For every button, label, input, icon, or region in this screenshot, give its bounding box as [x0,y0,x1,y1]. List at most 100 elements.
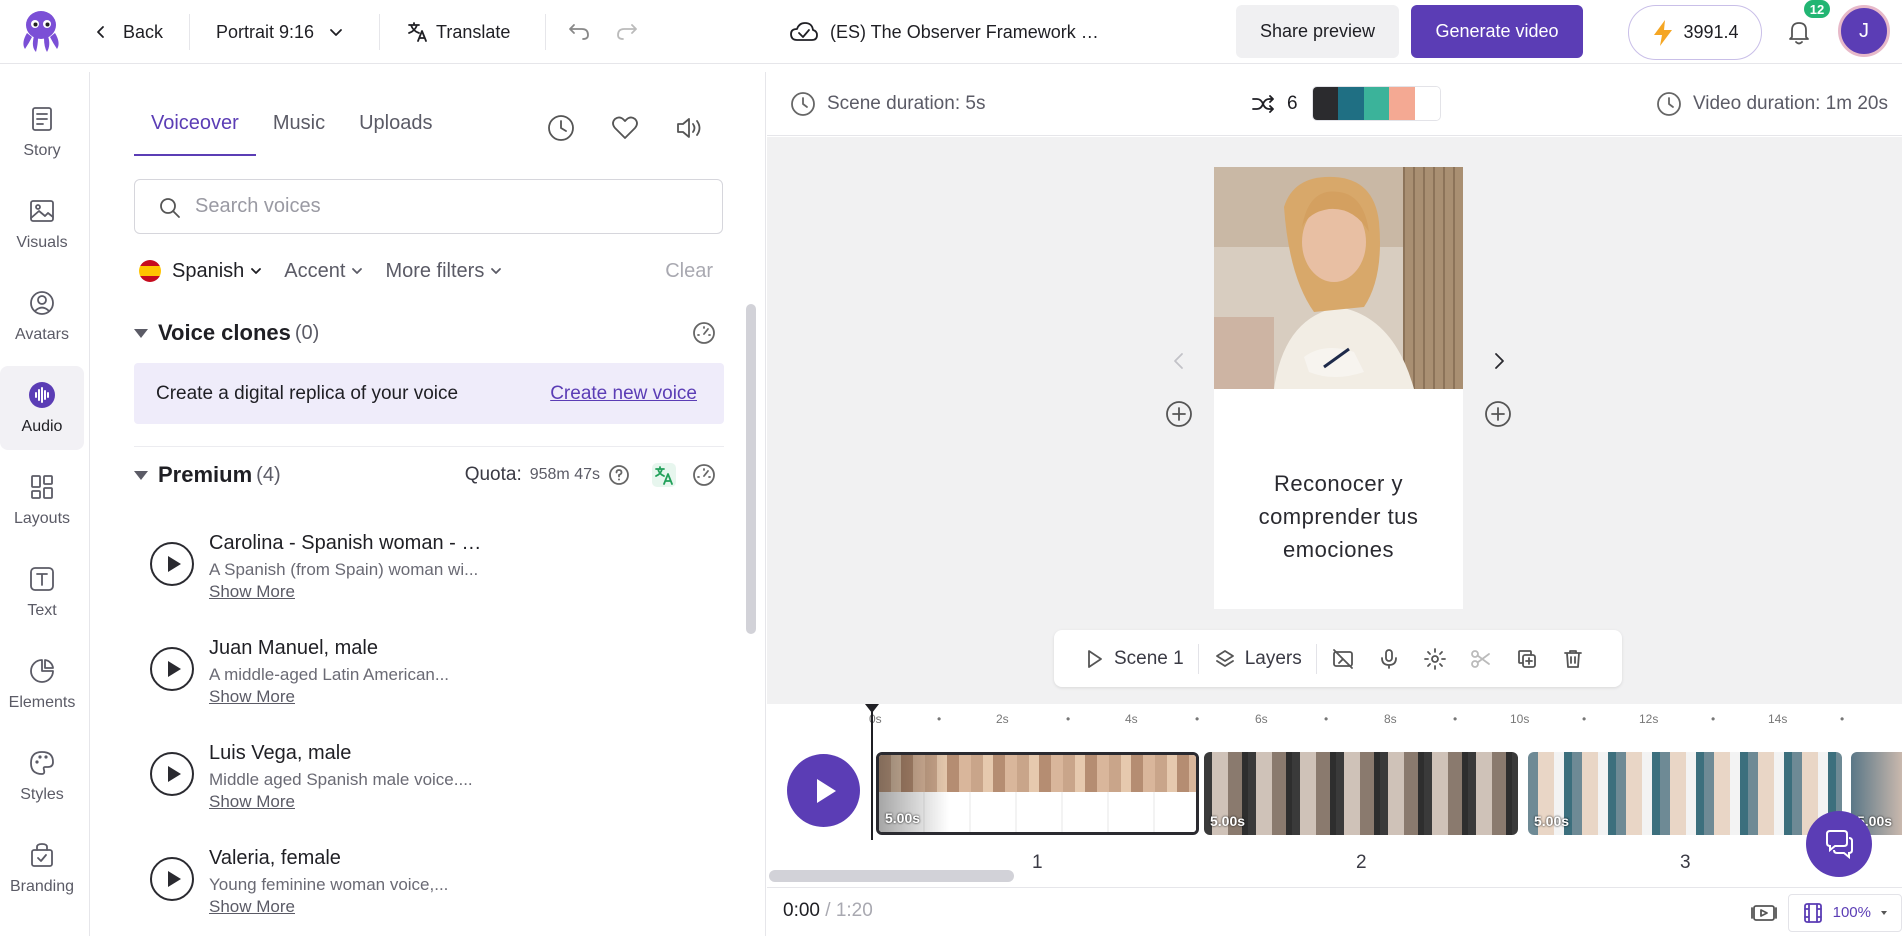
user-avatar[interactable]: J [1838,5,1890,57]
scene-photo[interactable] [1214,167,1463,389]
speed-gauge-icon[interactable] [692,321,716,345]
scene-caption[interactable]: Reconocer y comprender tus emociones [1224,467,1453,566]
trash-icon[interactable] [1561,647,1585,671]
duplicate-icon[interactable] [1515,647,1539,671]
accent-filter[interactable]: Accent [284,260,364,283]
generate-video-button[interactable]: Generate video [1411,5,1583,58]
share-preview-button[interactable]: Share preview [1236,5,1399,58]
aspect-ratio-dropdown[interactable]: Portrait 9:16 [216,0,344,64]
quota-label: Quota: [464,464,522,485]
gear-icon[interactable] [1423,647,1447,671]
microphone-icon[interactable] [1377,647,1401,671]
create-new-voice-link[interactable]: Create new voice [550,383,697,405]
timeline-clip[interactable]: 5.00s [1528,752,1842,835]
rail-item-elements[interactable]: Elements [0,642,84,726]
rail-item-story[interactable]: Story [0,90,84,174]
share-preview-label: Share preview [1259,21,1376,41]
rail-item-branding[interactable]: Branding [0,826,84,910]
clip-duration: 5.00s [1210,813,1246,829]
rail-item-text[interactable]: Text [0,550,84,634]
video-duration-text: Video duration: 1m 20s [1692,93,1888,114]
show-more-link[interactable]: Show More [209,582,295,602]
layers-label: Layers [1244,647,1302,669]
heart-icon[interactable] [609,112,641,144]
time-ruler[interactable]: 0s • 2s • 4s • 6s • 8s • 10s • 12s • 14s… [867,712,1902,732]
chevron-down-icon [328,24,344,40]
bell-icon[interactable] [1783,15,1815,47]
layouts-icon [27,472,57,502]
rail-label: Text [27,602,57,619]
speed-gauge-icon[interactable] [692,463,716,487]
voice-name: Juan Manuel, male [209,637,378,659]
clear-filters-button[interactable]: Clear [665,260,713,283]
section-count: (0) [294,321,320,344]
show-more-link[interactable]: Show More [209,687,295,707]
preview-mode-icon[interactable] [1750,899,1778,927]
chevron-left-icon[interactable] [1168,350,1190,372]
translate-voice-icon[interactable] [650,461,678,489]
panel-scrollbar[interactable] [746,304,756,634]
octopus-logo-icon[interactable] [17,7,65,55]
play-icon[interactable] [150,647,194,691]
hide-media-icon[interactable] [1331,647,1355,671]
tab-uploads[interactable]: Uploads [342,112,449,156]
rail-item-avatars[interactable]: Avatars [0,274,84,358]
rail-item-visuals[interactable]: Visuals [0,182,84,266]
voice-item[interactable]: Juan Manuel, male A middle-aged Latin Am… [150,637,710,743]
search-input[interactable] [195,195,695,218]
scene-preview-card[interactable]: Reconocer y comprender tus emociones [1214,167,1463,609]
play-outline-icon [1082,647,1106,671]
rail-item-layouts[interactable]: Layouts [0,458,84,542]
rail-label: Branding [9,878,75,895]
credits-button[interactable]: 3991.4 [1628,5,1762,60]
play-button[interactable] [787,754,860,827]
rail-item-audio[interactable]: Audio [0,366,84,450]
tick-dot: • [1324,712,1329,726]
playhead[interactable] [865,704,879,840]
language-filter[interactable]: Spanish [139,260,263,283]
image-icon [27,196,57,226]
quota-value: 958m 47s [529,466,600,483]
chat-icon[interactable] [1806,811,1872,877]
tab-voiceover[interactable]: Voiceover [134,112,256,156]
credits-value: 3991.4 [1683,22,1739,42]
scissors-icon[interactable] [1469,647,1493,671]
play-icon[interactable] [150,752,194,796]
voice-clones-header[interactable]: Voice clones (0) [134,313,724,353]
scene-button[interactable]: Scene 1 [1054,647,1198,671]
voice-item[interactable]: Carolina - Spanish woman - … A Spanish (… [150,532,710,638]
project-title[interactable]: (ES) The Observer Framework … [788,0,1099,64]
voice-item[interactable]: Luis Vega, male Middle aged Spanish male… [150,742,710,848]
history-icon[interactable] [545,112,577,144]
speaker-icon[interactable] [673,112,705,144]
voice-search[interactable] [134,179,723,234]
undo-button[interactable] [566,0,592,64]
layers-button[interactable]: Layers [1199,647,1316,671]
timeline-scrollbar[interactable] [769,870,1014,882]
zoom-dropdown[interactable]: 100% [1787,893,1902,932]
rail-item-styles[interactable]: Styles [0,734,84,818]
add-scene-after-icon[interactable] [1483,399,1513,429]
timeline-clip[interactable]: 5.00s [876,752,1199,835]
scene-duration-text: Scene duration: 5s [827,93,986,114]
show-more-link[interactable]: Show More [209,792,295,812]
back-button[interactable]: Back [93,0,163,64]
collapse-triangle-icon [134,328,148,338]
more-filters[interactable]: More filters [385,260,503,283]
quota-info: Quota: 958m 47s [465,461,724,489]
color-palette[interactable] [1312,86,1441,121]
show-more-link[interactable]: Show More [209,897,295,917]
timeline-clip[interactable]: 5.00s [1204,752,1518,835]
chevron-right-icon[interactable] [1488,350,1510,372]
scene-duration[interactable]: Scene duration: 5s [789,90,985,118]
shuffle-button[interactable]: 6 [1249,90,1298,118]
translate-button[interactable]: Translate [406,0,510,64]
premium-header[interactable]: Premium (4) Quota: 958m 47s [134,455,724,495]
tab-music[interactable]: Music [256,112,342,156]
help-icon[interactable] [608,464,630,486]
play-icon[interactable] [150,542,194,586]
redo-button[interactable] [614,0,640,64]
play-icon[interactable] [150,857,194,901]
add-scene-before-icon[interactable] [1164,399,1194,429]
voice-item[interactable]: Valeria, female Young feminine woman voi… [150,847,710,936]
